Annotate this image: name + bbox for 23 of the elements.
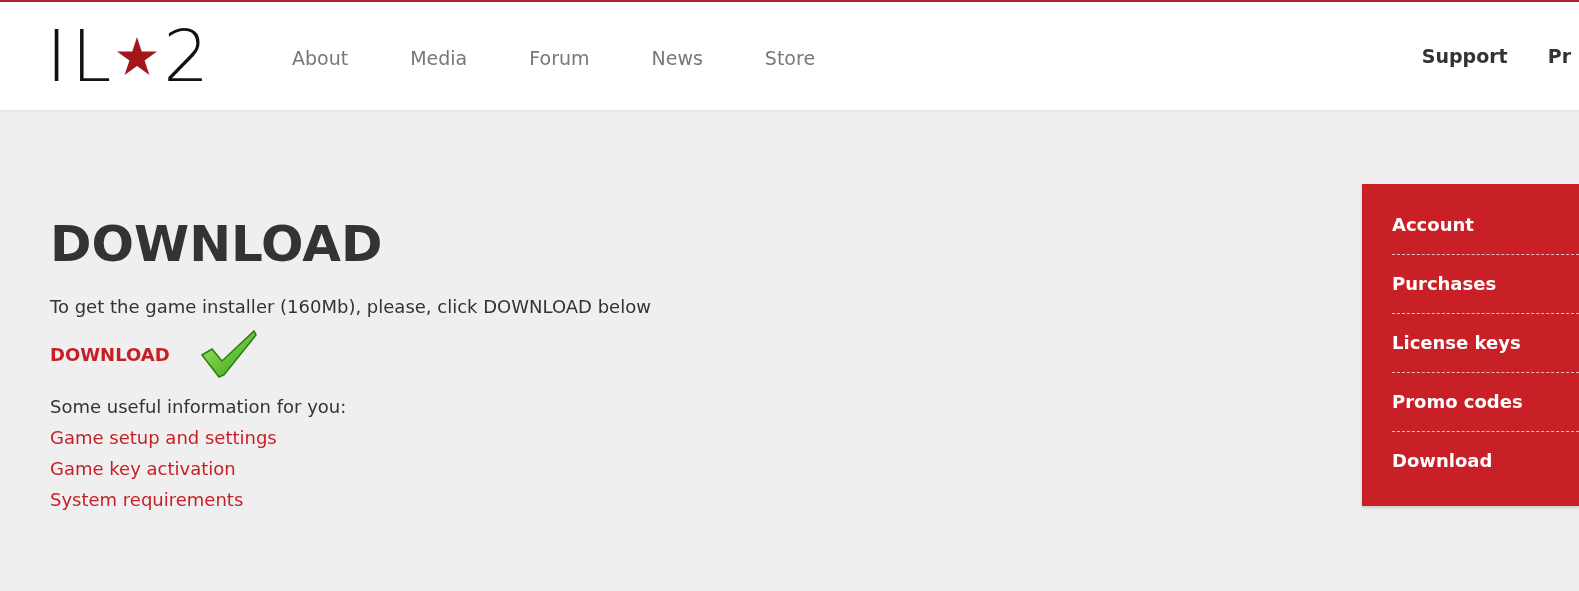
page-title: DOWNLOAD [50,214,383,275]
intro-text: To get the game installer (160Mb), please, click DOWNLOAD below [50,296,651,317]
info-link[interactable]: System requirements [50,484,244,515]
logo-text[interactable]: IL [46,20,116,92]
sidebar-item[interactable]: Account [1392,196,1579,255]
sidebar-item[interactable]: Promo codes [1392,373,1579,432]
nav-link[interactable]: Pr [1547,45,1571,67]
star-icon [117,37,158,75]
nav-link[interactable]: About [292,47,349,69]
info-heading: Some useful information for you: [50,395,347,419]
info-link[interactable]: Game key activation [50,453,236,484]
nav-link[interactable]: Media [410,47,468,69]
nav-link[interactable]: Forum [529,47,590,69]
nav-link[interactable]: Support [1421,45,1508,67]
nav-link[interactable]: News [651,47,703,69]
sidebar-item[interactable]: Download [1392,432,1579,490]
info-link[interactable]: Game setup and settings [50,422,277,453]
nav-link[interactable]: Store [764,47,816,69]
logo-text[interactable]: 2 [163,20,214,92]
sidebar-item[interactable]: Purchases [1392,255,1579,314]
sidebar-item[interactable]: License keys [1392,314,1579,373]
download-link[interactable]: DOWNLOAD [50,343,170,365]
checkmark-icon [199,329,258,379]
